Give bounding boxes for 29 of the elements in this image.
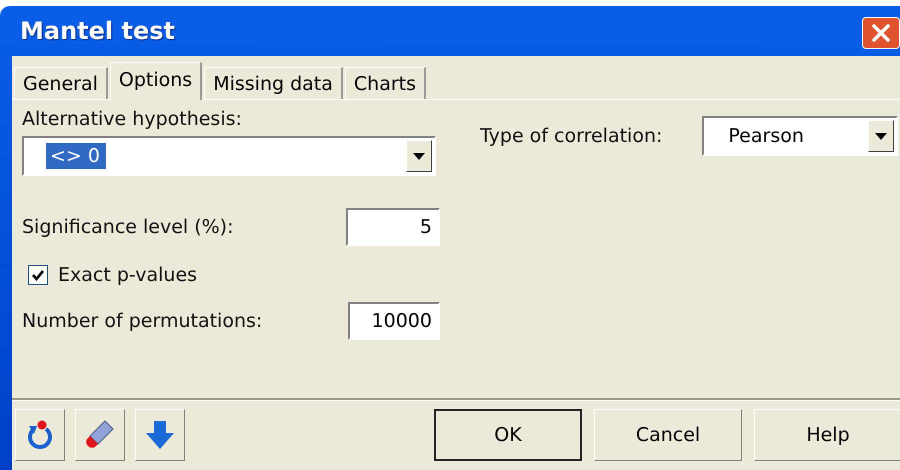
hypothesis-dropdown[interactable]: <> 0 bbox=[22, 136, 436, 176]
close-icon bbox=[870, 22, 892, 44]
close-button[interactable] bbox=[862, 17, 900, 49]
dialog-button[interactable]: Help bbox=[754, 409, 900, 461]
correlation-dropdown[interactable]: Pearson bbox=[702, 116, 898, 156]
field-label: Type of correlation: bbox=[480, 125, 662, 147]
toolbar-button[interactable] bbox=[75, 409, 125, 461]
checkmark-icon bbox=[31, 268, 45, 282]
down-arrow-icon bbox=[145, 419, 175, 451]
field-label: Significance level (%): bbox=[22, 216, 234, 238]
dialog-button[interactable]: OK bbox=[434, 409, 582, 461]
tab[interactable]: Charts bbox=[344, 67, 426, 99]
tab[interactable]: Options bbox=[110, 62, 202, 100]
tab[interactable]: Missing data bbox=[204, 67, 343, 99]
tab[interactable]: General bbox=[14, 67, 108, 99]
checkbox-label: Exact p-values bbox=[58, 264, 198, 286]
dialog-button[interactable]: Cancel bbox=[594, 409, 742, 461]
toolbar-button[interactable] bbox=[15, 409, 65, 461]
checkbox[interactable] bbox=[28, 265, 48, 285]
dropdown-value: <> 0 bbox=[46, 143, 106, 169]
permutations-input[interactable]: 10000 bbox=[348, 302, 440, 340]
significance-input[interactable]: 5 bbox=[346, 208, 440, 246]
toolbar-button[interactable] bbox=[135, 409, 185, 461]
dropdown-value: Pearson bbox=[727, 125, 805, 147]
field-label: Number of permutations: bbox=[22, 310, 262, 332]
eraser-icon bbox=[85, 419, 115, 451]
window-title: Mantel test bbox=[19, 17, 176, 45]
field-label: Alternative hypothesis: bbox=[22, 108, 243, 130]
circular-arrow-icon bbox=[25, 419, 55, 451]
